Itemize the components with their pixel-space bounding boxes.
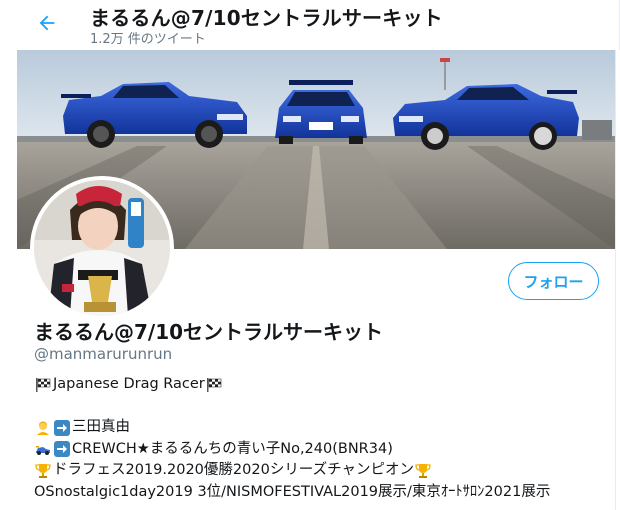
header-title: まるるん@7/10セントラルサーキット [90,6,443,30]
right-arrow-icon [53,419,71,437]
bio-line: CREWCH★まるるんちの青い子No,240(BNR34) [34,439,550,461]
checkered-flag-icon [34,376,52,394]
follow-button[interactable]: フォロー [508,262,599,300]
back-button[interactable] [30,8,64,38]
profile-header-bar: まるるん@7/10セントラルサーキット 1.2万 件のツイート [0,0,620,50]
back-arrow-icon [39,15,55,31]
trophy-icon [34,462,52,480]
right-arrow-icon [53,440,71,458]
bio-line: Japanese Drag Racer [34,374,550,396]
profile-handle: @manmarurunrun [34,345,173,363]
profile-name: まるるん@7/10セントラルサーキット [34,320,384,344]
avatar-image [34,180,170,316]
bio-text: CREWCH★まるるんちの青い子No,240(BNR34) [72,440,393,457]
bio-line: 三田真由 [34,417,550,439]
bio-line: ドラフェス2019.2020優勝2020シリーズチャンピオン [34,460,550,482]
profile-bio: Japanese Drag Racer 三田真由 CREWCH★まるるんちの青い… [34,374,550,503]
checkered-flag-icon [205,376,223,394]
bio-text: ドラフェス2019.2020優勝2020シリーズチャンピオン [53,462,414,478]
column-divider [615,50,616,510]
race-car-icon [34,440,52,458]
bio-spacer [34,396,550,418]
bio-line: OSnostalgic1day2019 3位/NISMOFESTIVAL2019… [34,482,550,504]
bio-text: OSnostalgic1day2019 3位/NISMOFESTIVAL2019… [34,483,551,500]
person-icon [34,419,52,437]
bio-text: 三田真由 [72,419,130,435]
bio-text: Japanese Drag Racer [53,376,205,392]
tweet-count: 1.2万 件のツイート [90,32,206,47]
trophy-icon [414,462,432,480]
avatar[interactable] [30,176,174,320]
